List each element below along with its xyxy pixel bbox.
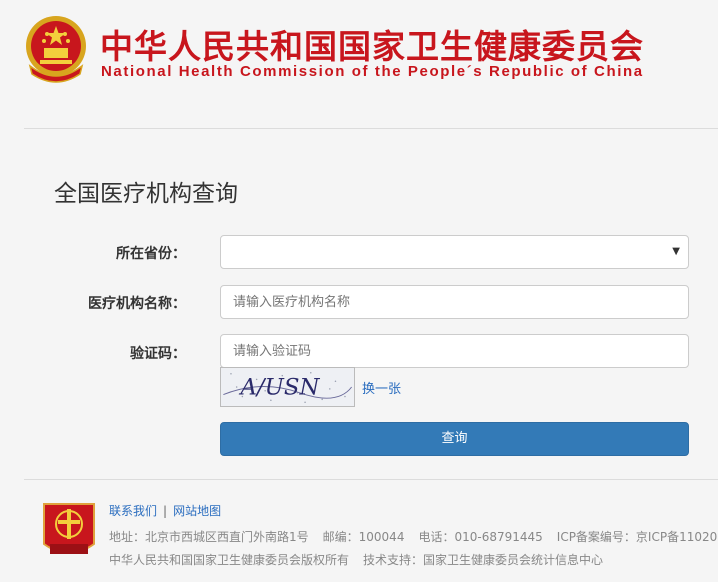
captcha-image[interactable]: A/USN xyxy=(220,367,355,407)
captcha-text: A/USN xyxy=(238,375,320,401)
province-label: 所在省份： xyxy=(116,246,186,262)
refresh-captcha-link[interactable]: 换一张 xyxy=(362,378,401,397)
footer-divider xyxy=(24,479,718,480)
site-title-chinese: 中华人民共和国国家卫生健康委员会 xyxy=(100,27,644,66)
footer-links: 联系我们 | 网站地图 xyxy=(109,502,221,519)
footer-icp[interactable]: ICP备案编号：京ICP备1102087 xyxy=(557,530,718,544)
captcha-label: 验证码： xyxy=(130,346,186,362)
institution-name-input[interactable] xyxy=(220,285,689,319)
institution-name-label: 医疗机构名称： xyxy=(88,296,186,312)
footer-postcode: 邮编：100044 xyxy=(322,530,405,544)
footer-copyright: 中华人民共和国国家卫生健康委员会版权所有 xyxy=(109,553,350,567)
site-title-english: National Health Commission of the People… xyxy=(101,63,644,80)
footer-address: 地址：北京市西城区西直门外南路1号 xyxy=(109,530,309,544)
footer-phone: 电话：010-68791445 xyxy=(418,530,543,544)
dropdown-arrow-icon: ▼ xyxy=(672,246,680,257)
footer-link-separator: | xyxy=(163,504,168,518)
header-divider xyxy=(24,128,718,129)
captcha-input[interactable] xyxy=(220,334,689,368)
footer-copyright-line: 中华人民共和国国家卫生健康委员会版权所有 技术支持：国家卫生健康委员会统计信息中心 xyxy=(109,551,617,568)
sitemap-link[interactable]: 网站地图 xyxy=(173,504,221,518)
query-button[interactable]: 查询 xyxy=(220,422,689,456)
government-site-badge-icon[interactable] xyxy=(40,500,98,560)
footer-tech-support: 技术支持：国家卫生健康委员会统计信息中心 xyxy=(363,553,604,567)
province-select[interactable]: ▼ xyxy=(220,235,689,269)
contact-us-link[interactable]: 联系我们 xyxy=(109,504,157,518)
site-header: 中华人民共和国国家卫生健康委员会 National Health Commiss… xyxy=(0,0,718,128)
national-emblem-icon xyxy=(26,16,86,83)
page-title: 全国医疗机构查询 xyxy=(54,181,238,207)
footer-contact-line: 地址：北京市西城区西直门外南路1号 邮编：100044 电话：010-6879144… xyxy=(109,528,718,545)
